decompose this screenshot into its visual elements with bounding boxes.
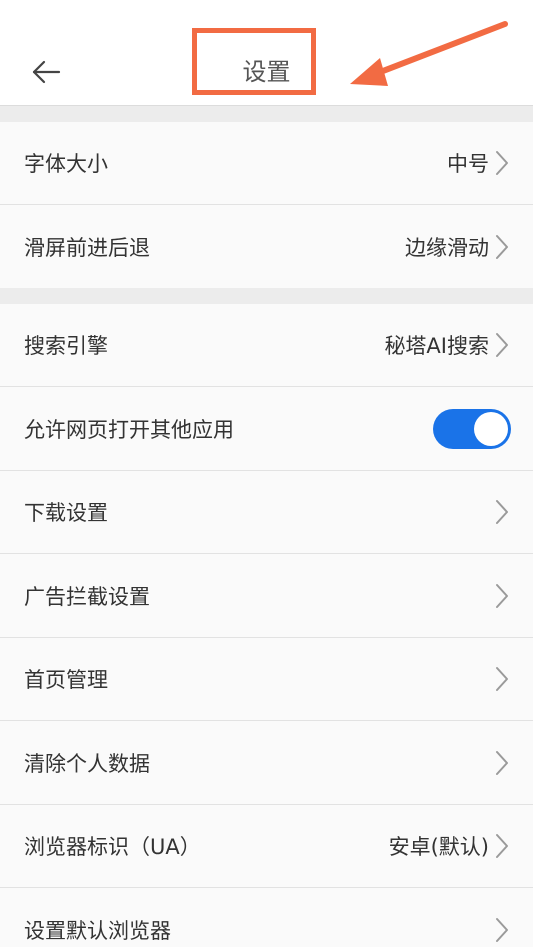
setting-row-homepage[interactable]: 首页管理 bbox=[0, 638, 533, 721]
app-header: 设置 bbox=[0, 0, 533, 106]
settings-page: 设置 字体大小 中号 滑屏前进后退 边缘滑动 搜索引擎 秘塔AI搜索 允许网页打… bbox=[0, 0, 533, 947]
setting-label: 浏览器标识（UA） bbox=[24, 835, 201, 859]
chevron-right-icon bbox=[493, 233, 511, 261]
setting-value: 边缘滑动 bbox=[405, 235, 489, 260]
setting-row-allow-open-apps: 允许网页打开其他应用 bbox=[0, 387, 533, 471]
setting-row-default-browser[interactable]: 设置默认浏览器 bbox=[0, 888, 533, 947]
setting-label: 广告拦截设置 bbox=[24, 584, 150, 609]
setting-label: 允许网页打开其他应用 bbox=[24, 417, 234, 442]
chevron-right-icon bbox=[493, 498, 511, 526]
setting-label: 清除个人数据 bbox=[24, 751, 150, 776]
setting-row-search-engine[interactable]: 搜索引擎 秘塔AI搜索 bbox=[0, 304, 533, 387]
allow-open-apps-toggle[interactable] bbox=[433, 408, 511, 449]
setting-row-download[interactable]: 下载设置 bbox=[0, 471, 533, 554]
setting-label: 首页管理 bbox=[24, 668, 108, 692]
chevron-right-icon bbox=[493, 582, 511, 610]
chevron-right-icon bbox=[493, 331, 511, 359]
chevron-right-icon bbox=[493, 149, 511, 177]
toggle-knob bbox=[474, 411, 508, 446]
section-divider bbox=[0, 106, 533, 122]
setting-value: 秘塔AI搜索 bbox=[384, 334, 489, 358]
chevron-right-icon bbox=[493, 665, 511, 693]
setting-value: 安卓(默认) bbox=[388, 835, 489, 859]
chevron-right-icon bbox=[493, 749, 511, 777]
setting-row-clear-data[interactable]: 清除个人数据 bbox=[0, 721, 533, 805]
chevron-right-icon bbox=[493, 916, 511, 944]
setting-label: 设置默认浏览器 bbox=[24, 918, 171, 943]
setting-label: 搜索引擎 bbox=[24, 334, 108, 358]
settings-group-display: 字体大小 中号 滑屏前进后退 边缘滑动 bbox=[0, 122, 533, 288]
setting-row-font-size[interactable]: 字体大小 中号 bbox=[0, 122, 533, 205]
setting-label: 下载设置 bbox=[24, 501, 108, 525]
setting-row-user-agent[interactable]: 浏览器标识（UA） 安卓(默认) bbox=[0, 805, 533, 888]
setting-value: 中号 bbox=[447, 152, 489, 176]
setting-row-ad-block[interactable]: 广告拦截设置 bbox=[0, 554, 533, 638]
chevron-right-icon bbox=[493, 832, 511, 860]
setting-label: 滑屏前进后退 bbox=[24, 235, 150, 260]
page-title: 设置 bbox=[242, 58, 291, 86]
setting-row-swipe-navigation[interactable]: 滑屏前进后退 边缘滑动 bbox=[0, 205, 533, 288]
section-divider bbox=[0, 288, 533, 304]
setting-label: 字体大小 bbox=[24, 152, 108, 176]
settings-group-general: 搜索引擎 秘塔AI搜索 允许网页打开其他应用 下载设置 广告拦截设置 首页管理 … bbox=[0, 304, 533, 947]
